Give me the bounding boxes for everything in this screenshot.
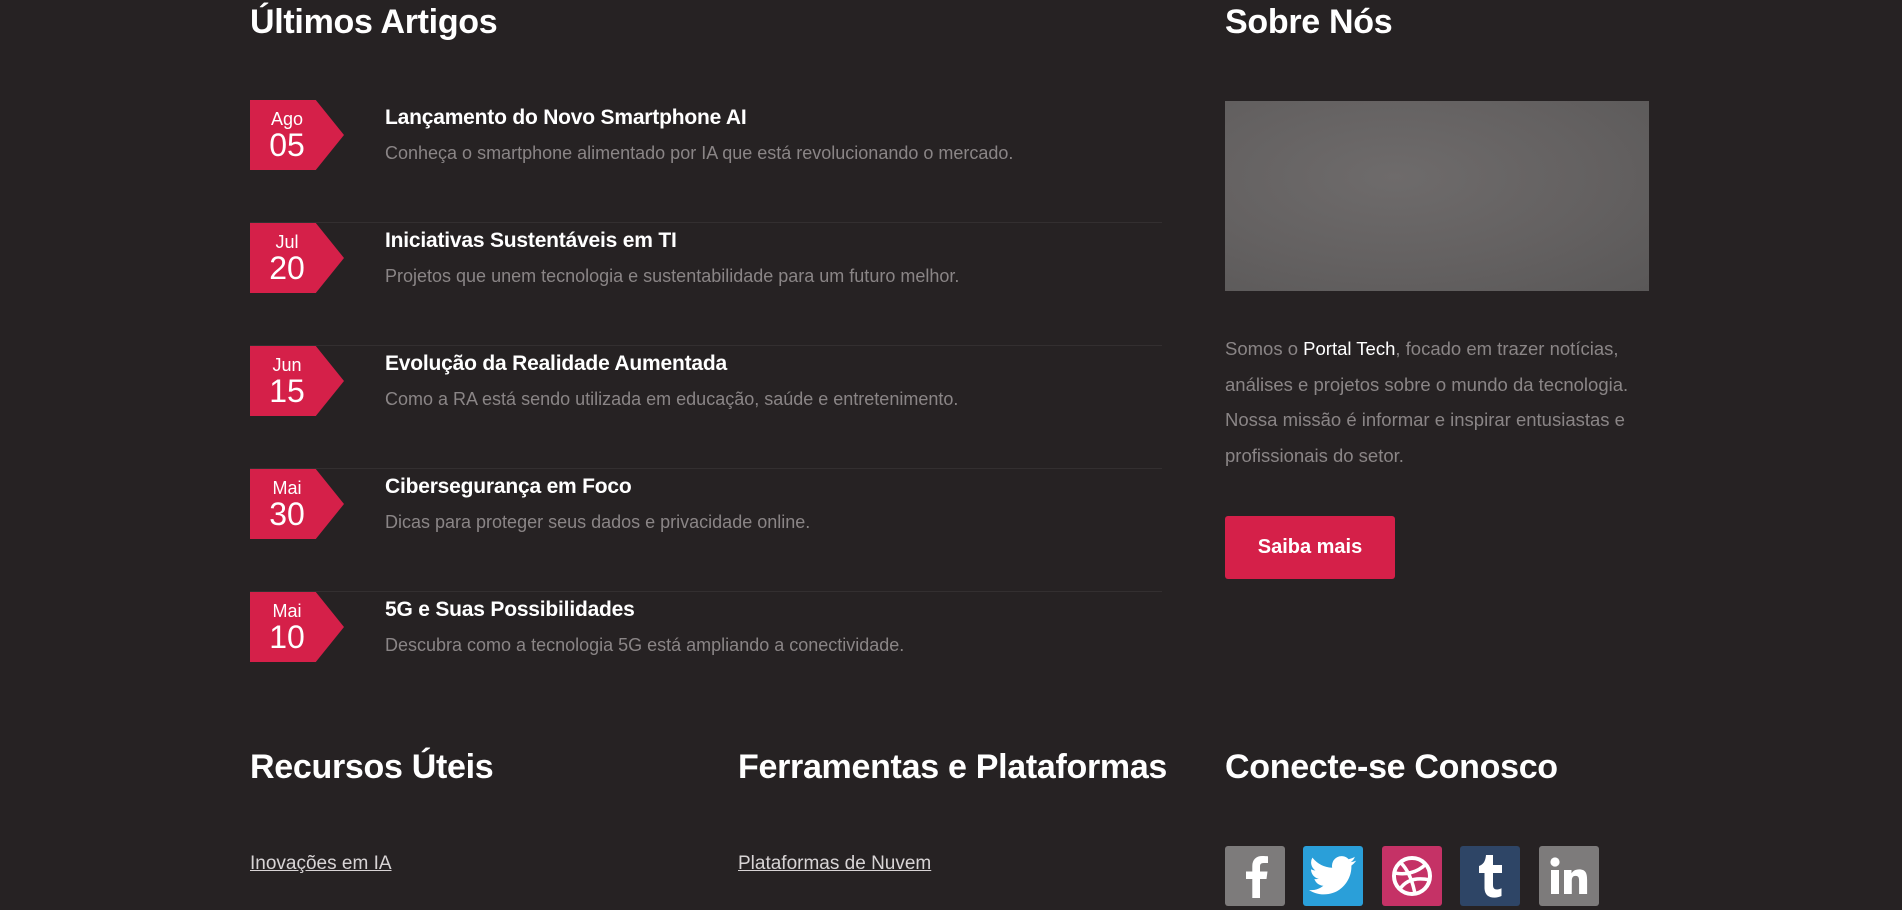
- date-badge: Mai 10: [250, 592, 344, 662]
- date-month: Jul: [275, 232, 299, 252]
- facebook-button[interactable]: [1225, 846, 1285, 906]
- latest-articles-title: Últimos Artigos: [250, 3, 498, 41]
- about-text-intro: Somos o: [1225, 338, 1304, 359]
- about-title: Sobre Nós: [1225, 3, 1393, 41]
- date-day: 05: [269, 127, 305, 163]
- date-day: 15: [269, 373, 305, 409]
- footer-link-ai-innovations[interactable]: Inovações em IA: [250, 851, 392, 877]
- footer-link-cloud-platforms[interactable]: Plataformas de Nuvem: [738, 851, 931, 877]
- learn-more-button[interactable]: Saiba mais: [1225, 516, 1395, 579]
- article-excerpt: Descubra como a tecnologia 5G está ampli…: [385, 635, 905, 655]
- article-title[interactable]: Lançamento do Novo Smartphone AI: [385, 104, 747, 132]
- date-month: Mai: [272, 478, 302, 498]
- date-badge: Jun 15: [250, 346, 344, 416]
- article-excerpt: Como a RA está sendo utilizada em educaç…: [385, 389, 959, 409]
- article-item[interactable]: Mai 30 Cibersegurança em Foco Dicas para…: [250, 469, 1162, 592]
- twitter-icon: [1309, 856, 1357, 895]
- linkedin-icon: [1550, 857, 1588, 894]
- dribbble-icon: [1392, 856, 1432, 896]
- about-text: Somos o Portal Tech, focado em trazer no…: [1225, 331, 1645, 473]
- articles-list: Ago 05 Lançamento do Novo Smartphone AI …: [250, 100, 1162, 715]
- date-badge: Jul 20: [250, 223, 344, 293]
- date-month: Ago: [270, 109, 304, 129]
- about-image: [1225, 101, 1649, 291]
- brand-name: Portal Tech: [1303, 338, 1396, 359]
- date-day: 20: [269, 250, 305, 286]
- twitter-button[interactable]: [1303, 846, 1363, 906]
- article-item[interactable]: Mai 10 5G e Suas Possibilidades Descubra…: [250, 592, 1162, 715]
- facebook-icon: [1246, 856, 1268, 898]
- article-title[interactable]: Cibersegurança em Foco: [385, 473, 632, 501]
- date-month: Jun: [272, 355, 302, 375]
- article-excerpt: Dicas para proteger seus dados e privaci…: [385, 512, 811, 532]
- article-item[interactable]: Jun 15 Evolução da Realidade Aumentada C…: [250, 346, 1162, 469]
- date-day: 30: [269, 496, 305, 532]
- tools-title: Ferramentas e Plataformas: [738, 748, 1168, 786]
- article-item[interactable]: Ago 05 Lançamento do Novo Smartphone AI …: [250, 100, 1162, 223]
- article-item[interactable]: Jul 20 Iniciativas Sustentáveis em TI Pr…: [250, 223, 1162, 346]
- article-title[interactable]: Evolução da Realidade Aumentada: [385, 350, 727, 378]
- date-month: Mai: [272, 601, 302, 621]
- connect-title: Conecte-se Conosco: [1225, 748, 1558, 786]
- resources-title: Recursos Úteis: [250, 748, 494, 786]
- tumblr-icon: [1479, 855, 1502, 898]
- date-badge: Ago 05: [250, 100, 344, 170]
- article-excerpt: Projetos que unem tecnologia e sustentab…: [385, 266, 960, 286]
- date-badge: Mai 30: [250, 469, 344, 539]
- tumblr-button[interactable]: [1460, 846, 1520, 906]
- article-title[interactable]: 5G e Suas Possibilidades: [385, 596, 635, 624]
- date-day: 10: [269, 619, 305, 655]
- page: Últimos Artigos Ago 05 Lançamento do Nov…: [0, 0, 1902, 910]
- article-excerpt: Conheça o smartphone alimentado por IA q…: [385, 143, 1014, 163]
- linkedin-button[interactable]: [1539, 846, 1599, 906]
- article-title[interactable]: Iniciativas Sustentáveis em TI: [385, 227, 677, 255]
- dribbble-button[interactable]: [1382, 846, 1442, 906]
